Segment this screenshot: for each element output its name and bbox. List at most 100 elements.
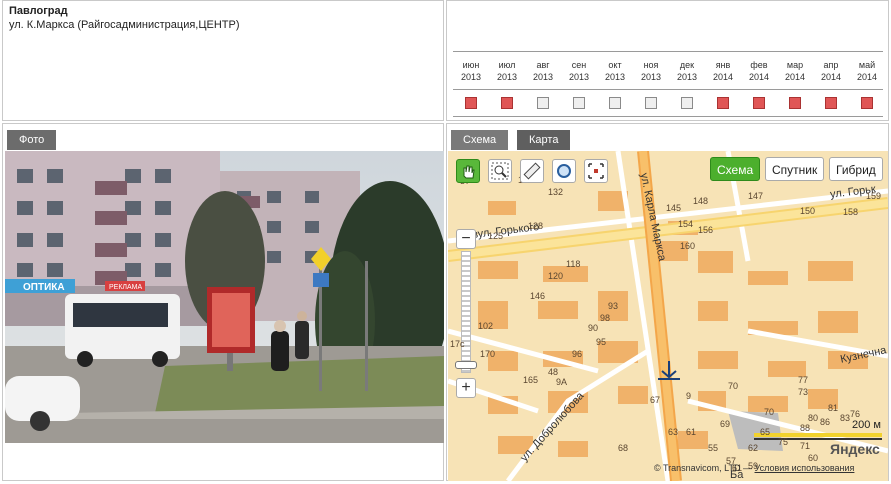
house-number: 118 bbox=[566, 259, 581, 269]
house-number: 96 bbox=[572, 349, 583, 359]
month-year: 2013 bbox=[676, 72, 698, 82]
month-year: 2014 bbox=[748, 72, 770, 82]
month-year: 2013 bbox=[568, 72, 590, 82]
map-panel: Схема Карта вул. Горького ул. Горьк ул. … bbox=[446, 123, 889, 481]
hand-tool[interactable] bbox=[456, 159, 480, 183]
month-label: ноя 2013 bbox=[634, 59, 668, 83]
month-checkbox[interactable] bbox=[753, 97, 765, 109]
tab-photo[interactable]: Фото bbox=[7, 130, 57, 150]
month-year: 2014 bbox=[820, 72, 842, 82]
house-number: 165 bbox=[523, 375, 539, 385]
house-number: 73 bbox=[798, 387, 809, 397]
house-number: 90 bbox=[588, 323, 599, 333]
sign-optika: ОПТИКА bbox=[23, 282, 65, 293]
house-number: 125 bbox=[488, 231, 504, 241]
terms-link[interactable]: Условия использования bbox=[755, 463, 855, 473]
month-name: фев bbox=[750, 60, 768, 70]
magnifier-tool[interactable] bbox=[552, 159, 576, 183]
month-checkbox[interactable] bbox=[861, 97, 873, 109]
scale-label: 200 м bbox=[852, 419, 881, 431]
zoom-in-button[interactable]: + bbox=[456, 378, 476, 398]
house-number: 75 bbox=[778, 437, 789, 447]
month-checkbox[interactable] bbox=[465, 97, 477, 109]
month-checkbox[interactable] bbox=[645, 97, 657, 109]
house-number: 170 bbox=[480, 349, 496, 359]
month-label: май 2014 bbox=[850, 59, 884, 83]
house-number: 76 bbox=[850, 409, 861, 419]
house-number: 81 bbox=[828, 403, 839, 413]
house-number: 60 bbox=[808, 453, 819, 463]
hand-icon bbox=[463, 165, 475, 179]
zoom-slider-handle[interactable] bbox=[455, 361, 477, 369]
month-checkbox[interactable] bbox=[717, 97, 729, 109]
house-number: 9A bbox=[556, 377, 568, 387]
target-tool[interactable] bbox=[584, 159, 608, 183]
map-copyright: © Transnavicom, LTD — Условия использова… bbox=[654, 463, 854, 473]
calendar-panel: июн 2013 июл 2013 авг 2013 сен 2013 окт 2013 ноя 20… bbox=[446, 0, 889, 121]
street-photo: ОПТИКА РЕКЛАМА bbox=[5, 151, 444, 443]
month-name: янв bbox=[715, 60, 731, 70]
month-checkbox[interactable] bbox=[573, 97, 585, 109]
tab-map[interactable]: Карта bbox=[517, 130, 571, 150]
house-number: 120 bbox=[548, 271, 564, 281]
month-year: 2013 bbox=[640, 72, 662, 82]
month-name: мар bbox=[786, 60, 804, 70]
house-number: 158 bbox=[843, 207, 859, 217]
magnifier-icon bbox=[557, 164, 571, 178]
zoom-slider-track[interactable] bbox=[461, 251, 471, 373]
house-number: 93 bbox=[608, 301, 619, 311]
house-number: 159 bbox=[866, 191, 882, 201]
month-label: сен 2013 bbox=[562, 59, 596, 83]
month-checkbox[interactable] bbox=[825, 97, 837, 109]
map-view[interactable]: вул. Горького ул. Горьк ул. Карла Маркса… bbox=[448, 151, 888, 481]
month-year: 2013 bbox=[532, 72, 554, 82]
house-number: 128 bbox=[528, 221, 544, 231]
month-checkbox[interactable] bbox=[681, 97, 693, 109]
house-number: 146 bbox=[530, 291, 546, 301]
house-number: 63 bbox=[668, 427, 679, 437]
house-number: 70 bbox=[728, 381, 739, 391]
month-year: 2014 bbox=[712, 72, 734, 82]
tab-scheme[interactable]: Схема bbox=[451, 130, 509, 150]
house-number: 71 bbox=[800, 441, 811, 451]
month-label: янв 2014 bbox=[706, 59, 740, 83]
month-name: сен bbox=[571, 60, 587, 70]
month-name: апр bbox=[823, 60, 839, 70]
house-number: 77 bbox=[798, 375, 809, 385]
house-number: 148 bbox=[693, 196, 709, 206]
house-number: 95 bbox=[596, 337, 607, 347]
address-text: ул. К.Маркса (Райгосадминистрация,ЦЕНТР) bbox=[9, 19, 240, 31]
month-checkbox[interactable] bbox=[501, 97, 513, 109]
month-name: июн bbox=[462, 60, 480, 70]
month-label: авг 2013 bbox=[526, 59, 560, 83]
house-number: 48 bbox=[548, 367, 559, 377]
month-name: авг bbox=[536, 60, 550, 70]
house-number: 145 bbox=[666, 203, 682, 213]
zoom-level-label: 17с bbox=[450, 339, 465, 349]
month-year: 2014 bbox=[856, 72, 878, 82]
zoom-out-button[interactable]: − bbox=[456, 229, 476, 249]
month-year: 2013 bbox=[604, 72, 626, 82]
month-name: ноя bbox=[643, 60, 659, 70]
house-number: 65 bbox=[760, 427, 771, 437]
ruler-icon bbox=[523, 162, 541, 180]
house-number: 70 bbox=[764, 407, 775, 417]
map-mode-satellite-button[interactable]: Спутник bbox=[765, 157, 825, 181]
house-number: 156 bbox=[698, 225, 714, 235]
house-number: 83 bbox=[840, 413, 851, 423]
month-checkbox[interactable] bbox=[789, 97, 801, 109]
month-checkbox[interactable] bbox=[537, 97, 549, 109]
month-name: окт bbox=[608, 60, 622, 70]
month-name: дек bbox=[679, 60, 695, 70]
map-mode-scheme-button[interactable]: Схема bbox=[710, 157, 761, 181]
city-title: Павлоград bbox=[9, 5, 68, 17]
month-label: апр 2014 bbox=[814, 59, 848, 83]
map-mode-hybrid-button[interactable]: Гибрид bbox=[829, 157, 883, 181]
month-checkbox[interactable] bbox=[609, 97, 621, 109]
house-number: 67 bbox=[650, 395, 661, 405]
info-panel: Павлоград ул. К.Маркса (Райгосадминистра… bbox=[2, 0, 444, 121]
ruler-tool[interactable] bbox=[520, 159, 544, 183]
zoom-area-tool[interactable] bbox=[488, 159, 512, 183]
zoom-area-icon bbox=[491, 162, 509, 180]
copyright-text: © Transnavicom, LTD — bbox=[654, 463, 752, 473]
